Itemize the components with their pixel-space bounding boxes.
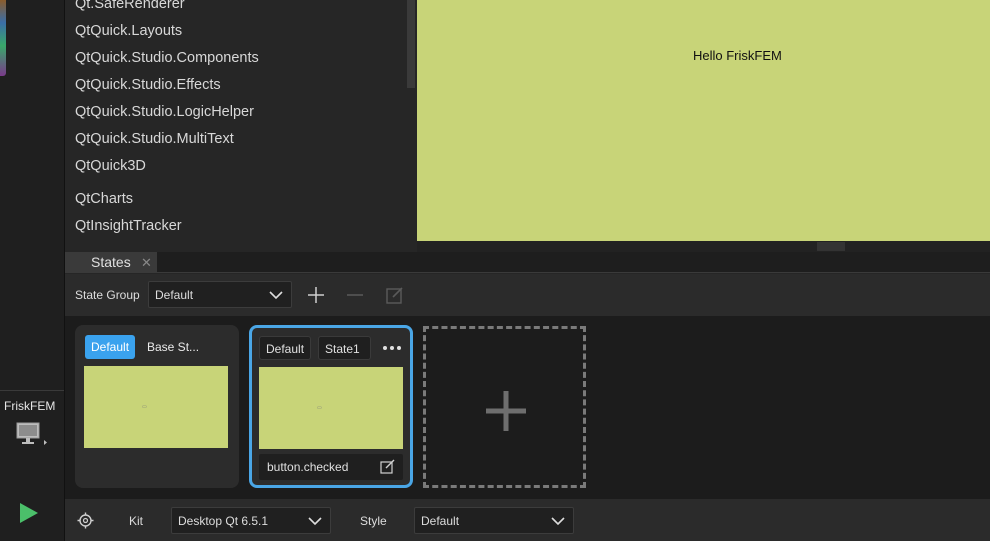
state-thumbnail: ▭ <box>259 367 403 449</box>
thumbnail-text: ▭ <box>142 404 147 410</box>
when-condition[interactable]: button.checked <box>259 454 403 480</box>
library-item[interactable]: QtQuick3D <box>75 158 146 174</box>
style-select[interactable]: Default <box>414 507 574 534</box>
plus-icon <box>486 391 526 431</box>
scrollbar-thumb[interactable] <box>817 242 845 251</box>
play-icon[interactable] <box>19 502 39 524</box>
when-condition-text: button.checked <box>267 460 349 474</box>
style-value: Default <box>421 514 460 528</box>
divider <box>0 390 64 391</box>
gear-icon[interactable] <box>77 512 94 529</box>
state-group-select[interactable]: Default <box>148 281 292 308</box>
states-area: Default Base St... ▭ Default State1 ▭ bu… <box>65 316 990 499</box>
kit-value: Desktop Qt 6.5.1 <box>178 514 269 528</box>
library-item[interactable]: QtQuick.Studio.LogicHelper <box>75 104 254 120</box>
mode-sidebar: FriskFEM <box>0 0 65 541</box>
library-item[interactable]: QtQuick.Layouts <box>75 23 182 39</box>
add-state-button[interactable] <box>423 326 586 488</box>
more-icon[interactable] <box>382 343 402 353</box>
chevron-down-icon <box>308 517 322 526</box>
kit-select[interactable]: Desktop Qt 6.5.1 <box>171 507 331 534</box>
default-chip[interactable]: Default <box>85 335 136 359</box>
state-card-state1[interactable]: Default State1 ▭ button.checked <box>249 325 413 488</box>
close-icon[interactable]: ✕ <box>141 255 152 271</box>
chevron-down-icon <box>269 291 283 300</box>
tab-label: States <box>91 254 131 270</box>
thumbnail-text: ▭ <box>317 405 322 411</box>
minus-icon[interactable] <box>345 285 365 305</box>
edit-icon[interactable] <box>385 285 405 305</box>
project-name: FriskFEM <box>4 399 56 413</box>
default-chip[interactable]: Default <box>259 336 312 360</box>
state-name[interactable]: Base St... <box>141 335 205 359</box>
library-item[interactable]: QtQuick.Studio.MultiText <box>75 131 234 147</box>
library-item[interactable]: Qt.SafeRenderer <box>75 0 185 12</box>
kit-label: Kit <box>129 514 144 528</box>
plus-icon[interactable] <box>306 285 326 305</box>
design-canvas[interactable]: Hello FriskFEM <box>417 0 990 241</box>
states-tabbar: States ✕ <box>65 252 990 273</box>
monitor-icon[interactable] <box>16 422 48 448</box>
canvas-text[interactable]: Hello FriskFEM <box>693 48 782 63</box>
library-item[interactable]: QtQuick.Studio.Components <box>75 50 259 66</box>
state-group-label: State Group <box>75 288 140 302</box>
state-group-value: Default <box>155 288 194 302</box>
mode-indicator <box>0 0 6 76</box>
state-name-field[interactable]: State1 <box>318 336 371 360</box>
chevron-down-icon <box>551 517 565 526</box>
state-card-base[interactable]: Default Base St... ▭ <box>75 325 239 488</box>
edit-icon[interactable] <box>380 459 395 474</box>
style-label: Style <box>360 514 387 528</box>
tab-states[interactable]: States ✕ <box>65 252 157 273</box>
library-item[interactable]: QtInsightTracker <box>75 218 182 234</box>
library-item[interactable]: QtQuick.Studio.Effects <box>75 77 221 93</box>
library-item[interactable]: QtCharts <box>75 191 133 207</box>
states-toolbar: State Group Default <box>65 274 990 316</box>
library-scrollbar[interactable] <box>407 0 415 88</box>
state-thumbnail: ▭ <box>84 366 228 448</box>
component-library: Qt.SafeRenderer QtQuick.Layouts QtQuick.… <box>65 0 417 252</box>
canvas-scrollbar[interactable] <box>417 241 990 252</box>
statusbar: Kit Desktop Qt 6.5.1 Style Default <box>65 499 990 541</box>
